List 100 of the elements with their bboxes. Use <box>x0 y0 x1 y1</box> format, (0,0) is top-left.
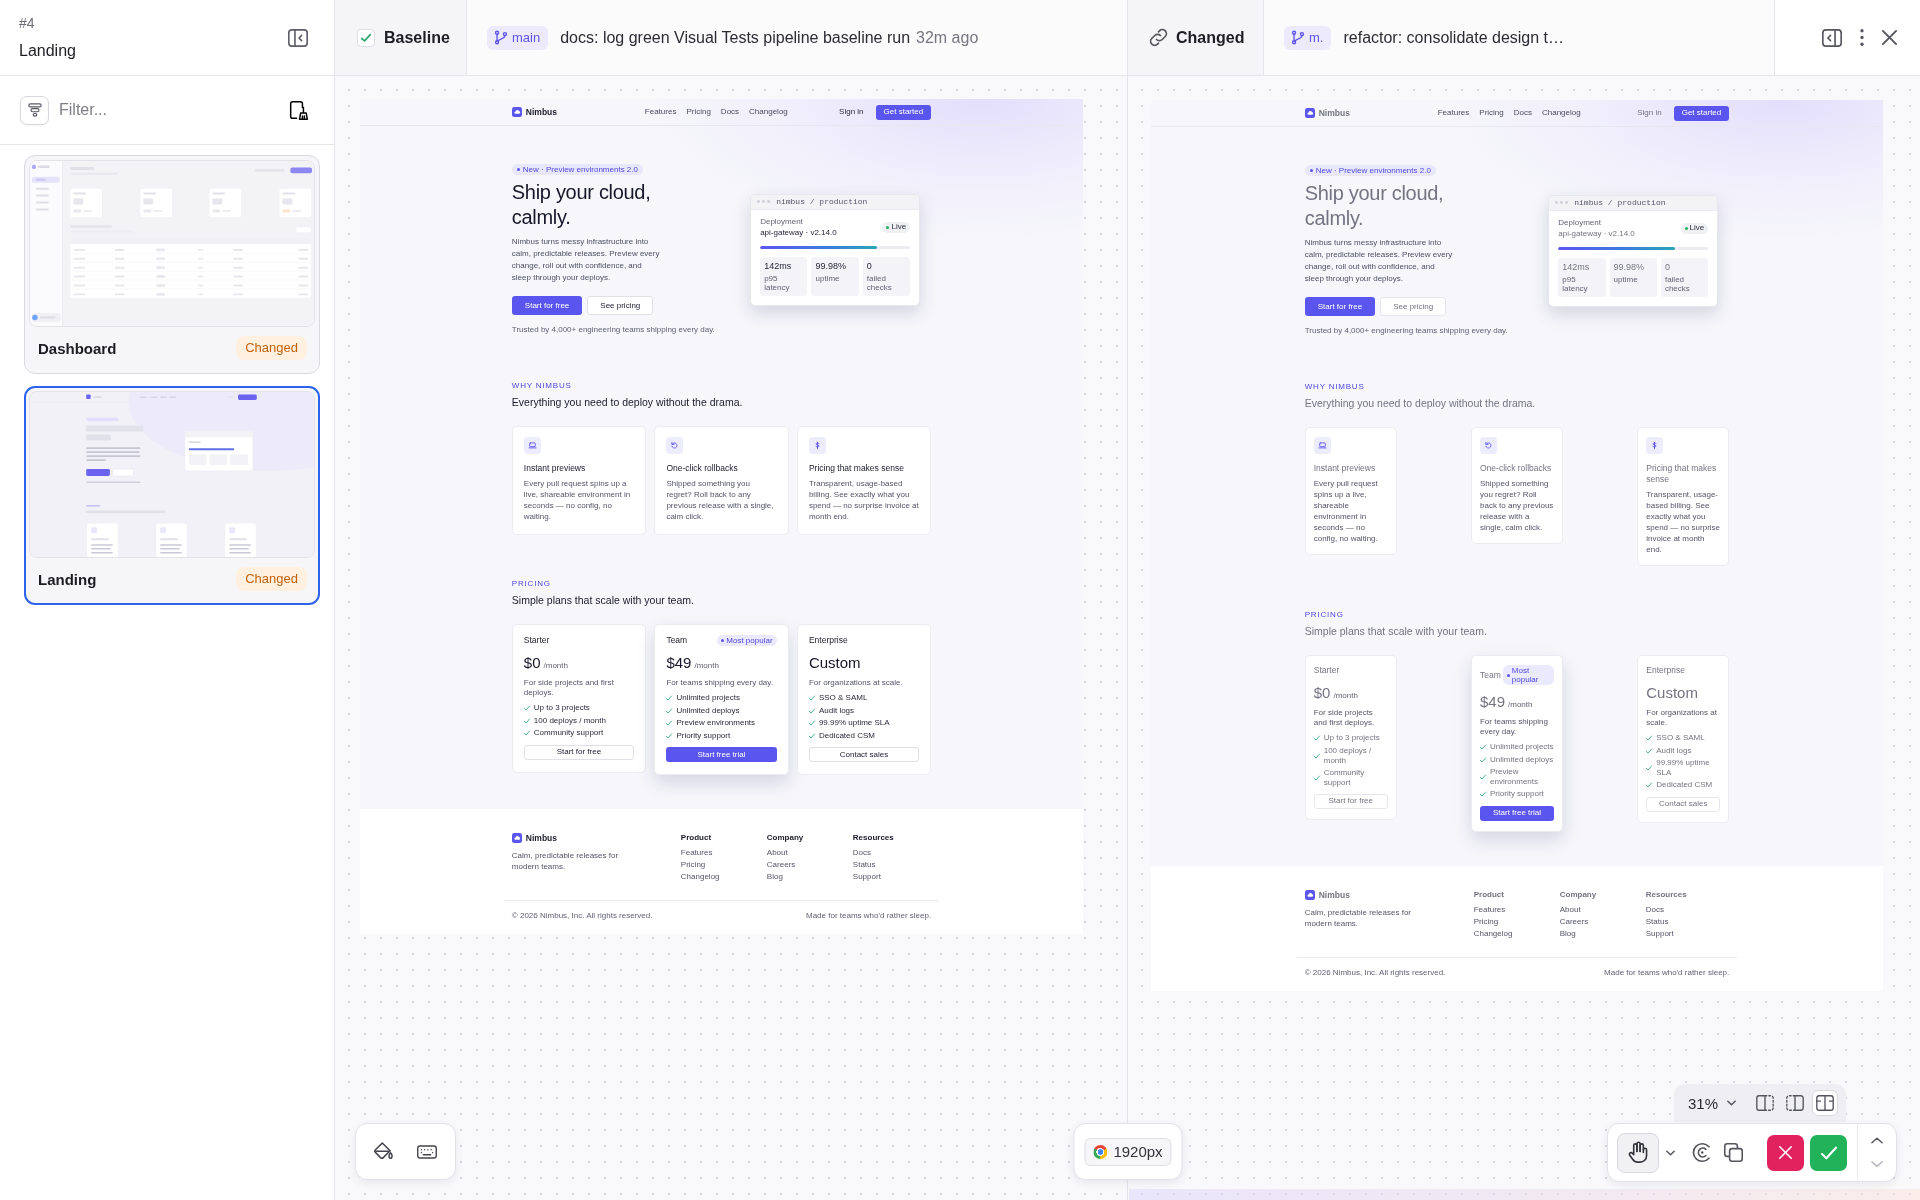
footer-note: Made for teams who'd rather sleep. <box>806 911 932 922</box>
plan-description: For organizations at scale. <box>1646 708 1718 728</box>
plan-feature: 100 deploys / month <box>533 715 606 726</box>
approve-button[interactable] <box>1810 1134 1847 1171</box>
plan-button[interactable]: Start for free <box>523 744 634 760</box>
footer-link[interactable]: Changelog <box>680 872 720 883</box>
check-icon <box>1313 735 1320 742</box>
sign-in-link[interactable]: Sign in <box>839 107 864 117</box>
nav-link[interactable]: Docs <box>720 107 740 117</box>
feature-text: Every pull request spins up a live, shareable environment in seconds — no config, no waiting. <box>1313 478 1379 544</box>
sign-in-link[interactable]: Sign in <box>1637 108 1662 118</box>
window-dots-icon <box>757 200 771 203</box>
nav-link[interactable]: Changelog <box>749 107 788 117</box>
plan-name: Enterprise <box>808 635 848 646</box>
footer-heading: Product <box>680 833 713 844</box>
footer-link[interactable]: Support <box>1645 928 1674 939</box>
status-dot-icon <box>886 225 890 229</box>
more-icon[interactable] <box>1860 29 1864 46</box>
secondary-button[interactable]: See pricing <box>1380 297 1447 316</box>
brand-name: Nimbus <box>525 833 557 844</box>
plan-button[interactable]: Start free trial <box>666 747 777 763</box>
chevron-up-icon[interactable] <box>1871 1137 1883 1144</box>
viewport-button[interactable]: 1920px <box>1084 1137 1172 1166</box>
close-icon[interactable] <box>1882 30 1897 45</box>
popular-text: Most popular <box>1511 666 1540 684</box>
close-icon <box>1779 1146 1792 1159</box>
filter-field[interactable]: Filter... <box>59 98 280 122</box>
check-icon <box>1480 791 1486 798</box>
plan-price: $49 <box>1480 693 1505 711</box>
left-pane-icon <box>1756 1095 1774 1111</box>
footer-link[interactable]: Blog <box>766 872 783 883</box>
section-title: Everything you need to deploy without the drama. <box>511 396 744 409</box>
plan-button[interactable]: Start for free <box>1313 793 1388 809</box>
footer-link[interactable]: Changelog <box>1473 928 1513 939</box>
nav-link[interactable]: Docs <box>1513 108 1532 118</box>
caret-icon[interactable] <box>1666 1149 1675 1156</box>
plan-button[interactable]: Contact sales <box>1646 796 1721 812</box>
footer-link[interactable]: Docs <box>1645 904 1664 915</box>
reject-button[interactable] <box>1767 1134 1804 1171</box>
plan-name: Enterprise <box>1646 665 1685 676</box>
secondary-button[interactable]: See pricing <box>587 296 654 315</box>
filter-button[interactable] <box>20 95 49 125</box>
stat-value: 99.98% <box>815 260 847 272</box>
status-text: Live <box>891 222 907 232</box>
nav-link[interactable]: Pricing <box>686 107 711 117</box>
plan-feature: Up to 3 projects <box>1323 733 1380 744</box>
plan-price: $0 <box>523 654 541 672</box>
footer-link[interactable]: Pricing <box>1473 916 1499 927</box>
footer-link[interactable]: Blog <box>1559 928 1576 939</box>
plan-feature: Audit logs <box>1656 745 1692 756</box>
footer-link[interactable]: Careers <box>766 860 796 871</box>
view-mode-button[interactable] <box>1812 1090 1838 1116</box>
zoom-select[interactable]: 31% <box>1687 1089 1744 1117</box>
status-label: Changed <box>236 336 307 360</box>
branch-icon <box>495 31 507 44</box>
footer-link[interactable]: Pricing <box>680 860 706 871</box>
review-title: Landing <box>19 40 76 61</box>
window-dots-icon <box>1555 201 1569 204</box>
brand-name: Nimbus <box>1318 889 1350 900</box>
plan-button[interactable]: Contact sales <box>808 747 920 763</box>
pane-label: Changed <box>1176 28 1245 47</box>
nav-link[interactable]: Features <box>1437 108 1470 118</box>
snapshot-card[interactable]: Landing Changed <box>24 386 320 605</box>
brand-name: Nimbus <box>1318 108 1350 118</box>
snapshot-card[interactable]: Dashboard Changed <box>24 155 320 374</box>
primary-button[interactable]: Start for free <box>1304 297 1376 316</box>
hero-text: Nimbus turns messy infrastructure into calm, predictable releases. Preview every change, roll out with confidence, and sleep through your deploys. <box>511 236 661 284</box>
check-icon <box>1313 752 1320 759</box>
nav-link[interactable]: Changelog <box>1542 108 1581 118</box>
footer-heading: Product <box>1473 889 1505 900</box>
footer-link[interactable]: Status <box>852 860 876 871</box>
feature-text: Transparent, usage-based billing. See exactly what you spend — no surprise invoice at month end. <box>808 478 920 522</box>
get-started-button[interactable]: Get started <box>1673 105 1730 121</box>
footer-link[interactable]: Features <box>1473 904 1506 915</box>
nav-link[interactable]: Features <box>644 107 677 117</box>
footer-link[interactable]: About <box>1559 904 1581 915</box>
tool-button[interactable] <box>1617 1132 1659 1173</box>
feature-title: Pricing that makes sense <box>1646 463 1718 485</box>
plan-feature: Up to 3 projects <box>533 703 590 714</box>
plan-button[interactable]: Start free trial <box>1480 805 1554 821</box>
broom-icon[interactable] <box>290 99 309 121</box>
window-path: nimbus / production <box>1574 197 1666 208</box>
get-started-button[interactable]: Get started <box>875 104 932 120</box>
footer-link[interactable]: Support <box>852 872 881 883</box>
paint-bucket-icon[interactable] <box>374 1142 393 1161</box>
footer-link[interactable]: About <box>766 848 788 859</box>
stat-value: 99.98% <box>1613 261 1646 273</box>
footer-link[interactable]: Status <box>1645 916 1669 927</box>
footer-link[interactable]: Docs <box>852 848 872 859</box>
primary-button[interactable]: Start for free <box>511 296 583 315</box>
snapshot-name: Landing <box>38 570 97 588</box>
plan-name: Team <box>666 635 688 646</box>
panel-icon[interactable] <box>1822 28 1842 47</box>
keyboard-icon[interactable] <box>417 1143 437 1160</box>
check-icon <box>1313 774 1320 781</box>
footer-link[interactable]: Features <box>680 848 713 859</box>
nav-link[interactable]: Pricing <box>1479 108 1504 118</box>
footer-link[interactable]: Careers <box>1559 916 1589 927</box>
link-icon <box>1150 29 1167 46</box>
sidebar-icon[interactable] <box>288 28 308 47</box>
